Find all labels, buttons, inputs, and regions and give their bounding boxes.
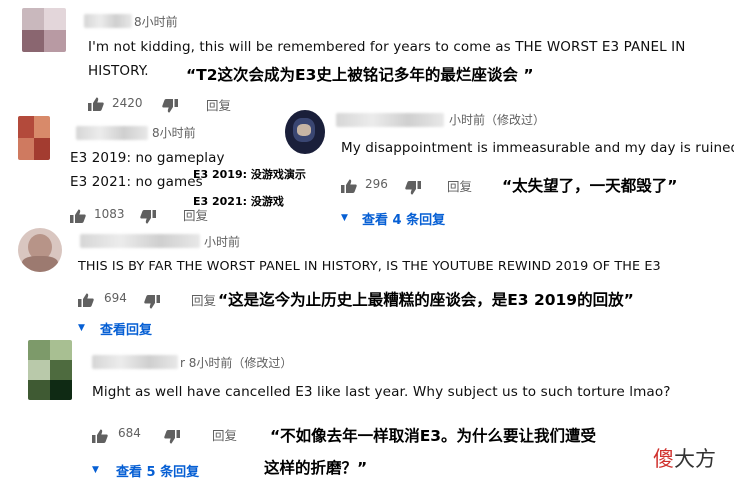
avatar (22, 8, 66, 52)
translation-annotation: E3 2019: 没游戏演示 (193, 168, 306, 181)
thumb-down-icon[interactable] (140, 209, 156, 224)
view-replies-button[interactable]: 查看 5 条回复 (116, 461, 199, 480)
comment-time[interactable]: r 8小时前（修改过） (180, 354, 292, 371)
caret-down-icon[interactable]: ▼ (78, 323, 85, 333)
like-count: 694 (104, 291, 127, 305)
comment-time[interactable]: 8小时前 (152, 124, 196, 141)
avatar (18, 116, 50, 160)
author-name[interactable] (76, 126, 148, 140)
view-replies-button[interactable]: 查看 4 条回复 (362, 209, 445, 228)
caret-down-icon[interactable]: ▼ (92, 465, 99, 475)
comment-time[interactable]: 小时前（修改过） (449, 111, 545, 128)
reply-button[interactable]: 回复 (447, 176, 472, 195)
translation-annotation: “不如像去年一样取消E3。为什么要让我们遭受 (270, 427, 597, 445)
author-name[interactable] (84, 14, 132, 28)
comment-time[interactable]: 小时前 (204, 233, 240, 250)
comment-text: E3 2019: no gameplay (70, 150, 225, 166)
view-replies-button[interactable]: 查看回复 (100, 319, 152, 338)
author-name[interactable] (92, 355, 178, 369)
thumb-up-icon[interactable] (88, 96, 104, 111)
thumb-up-icon[interactable] (78, 292, 94, 307)
comment-text: I'm not kidding, this will be remembered… (88, 39, 686, 55)
like-count: 684 (118, 426, 141, 440)
thumb-down-icon[interactable] (162, 98, 178, 113)
like-count: 296 (365, 177, 388, 191)
comment-time[interactable]: 8小时前 (134, 13, 178, 30)
comment-text: My disappointment is immeasurable and my… (341, 140, 734, 156)
caret-down-icon[interactable]: ▼ (341, 213, 348, 223)
thumb-up-icon[interactable] (341, 178, 357, 193)
reply-button[interactable]: 回复 (212, 425, 237, 444)
avatar (285, 110, 325, 154)
thumb-down-icon[interactable] (164, 429, 180, 444)
reply-button[interactable]: 回复 (191, 290, 216, 309)
author-name[interactable] (336, 113, 444, 127)
translation-annotation: “太失望了，一天都毁了” (502, 177, 678, 195)
comment-text: Might as well have cancelled E3 like las… (92, 384, 671, 400)
watermark-text: 大方 (674, 447, 716, 471)
comment-text: THIS IS BY FAR THE WORST PANEL IN HISTOR… (78, 259, 661, 274)
like-count: 1083 (94, 207, 125, 221)
translation-annotation: 这样的折磨？” (264, 459, 368, 477)
reply-button[interactable]: 回复 (183, 205, 208, 224)
comment-text: HISTORY. (88, 63, 149, 79)
thumb-down-icon[interactable] (144, 294, 160, 309)
thumb-down-icon[interactable] (405, 180, 421, 195)
thumb-up-icon[interactable] (70, 208, 86, 223)
translation-annotation: “T2这次会成为E3史上被铭记多年的最烂座谈会 ” (186, 66, 534, 84)
avatar (18, 228, 62, 272)
reply-button[interactable]: 回复 (206, 95, 231, 114)
watermark-logo: 傻大方 (653, 443, 716, 473)
watermark-char: 傻 (653, 447, 674, 471)
avatar (28, 340, 72, 400)
translation-annotation: “这是迄今为止历史上最糟糕的座谈会，是E3 2019的回放” (218, 291, 634, 309)
thumb-up-icon[interactable] (92, 428, 108, 443)
like-count: 2420 (112, 96, 143, 110)
comment-text: E3 2021: no games (70, 174, 203, 190)
author-name[interactable] (80, 234, 200, 248)
